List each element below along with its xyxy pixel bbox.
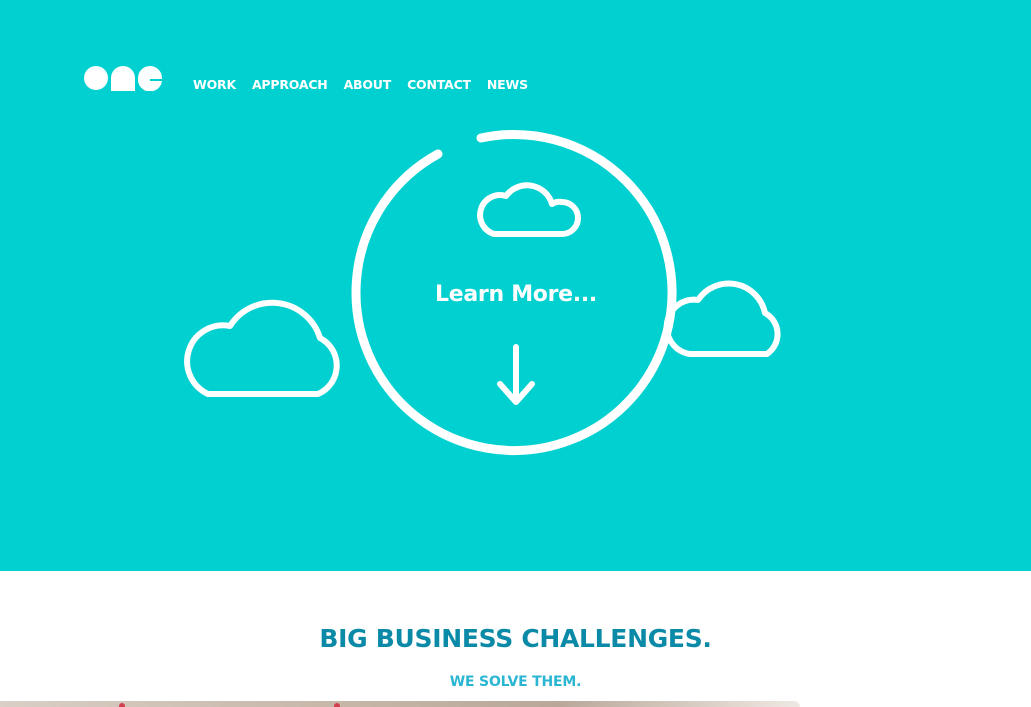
hero-section: WORK APPROACH ABOUT CONTACT NEWS Learn M…: [0, 0, 1031, 571]
cloud-icon: [663, 280, 781, 357]
intro-subheadline: WE SOLVE THEM.: [449, 674, 582, 690]
down-arrow-icon[interactable]: [496, 344, 536, 406]
cloud-icon: [184, 299, 340, 397]
cloud-icon: [477, 182, 581, 237]
preview-marker: [334, 703, 340, 707]
learn-more-link[interactable]: Learn More...: [396, 282, 636, 307]
preview-marker: [119, 703, 125, 707]
intro-headline: BIG BUSINESS CHALLENGES.: [319, 624, 712, 653]
